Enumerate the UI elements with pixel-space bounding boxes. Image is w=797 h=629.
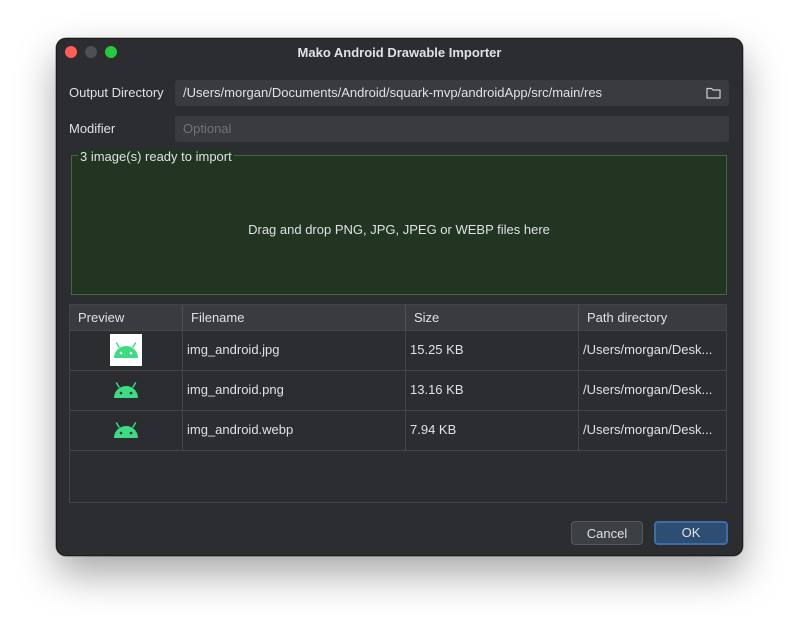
import-status: 3 image(s) ready to import [78,149,234,164]
drop-zone[interactable]: 3 image(s) ready to import Drag and drop… [71,149,727,295]
size-cell: 13.16 KB [406,370,579,410]
filename-cell: img_android.webp [183,410,406,450]
drop-hint: Drag and drop PNG, JPG, JPEG or WEBP fil… [248,222,550,237]
output-directory-field[interactable]: /Users/morgan/Documents/Android/squark-m… [175,80,729,106]
table-row[interactable]: img_android.webp 7.94 KB /Users/morgan/D… [70,410,726,451]
folder-icon[interactable] [706,86,721,102]
window-title: Mako Android Drawable Importer [297,45,502,60]
column-header-filename[interactable]: Filename [183,305,406,330]
cancel-button[interactable]: Cancel [571,521,643,545]
path-cell: /Users/morgan/Desk... [583,342,713,357]
table-row[interactable]: img_android.png 13.16 KB /Users/morgan/D… [70,370,726,411]
title-bar: Mako Android Drawable Importer [57,39,742,65]
preview-cell [70,370,183,410]
output-directory-label: Output Directory [69,85,164,100]
preview-cell [70,410,183,450]
importer-dialog: Mako Android Drawable Importer Output Di… [56,38,743,556]
table-row[interactable]: img_android.jpg 15.25 KB /Users/morgan/D… [70,330,726,371]
image-thumbnail [110,334,142,366]
size-cell: 7.94 KB [406,410,579,450]
column-header-size[interactable]: Size [406,305,579,330]
android-icon [114,422,138,438]
modifier-input[interactable]: Optional [175,116,729,142]
modifier-label: Modifier [69,121,116,136]
android-icon [114,382,138,398]
filename-cell: img_android.png [183,370,406,410]
android-icon [114,342,138,358]
ok-button[interactable]: OK [654,521,728,545]
output-directory-value: /Users/morgan/Documents/Android/squark-m… [183,85,603,100]
path-cell: /Users/morgan/Desk... [583,382,713,397]
column-header-path[interactable]: Path directory [579,305,727,330]
image-thumbnail [110,374,142,406]
image-thumbnail [110,414,142,446]
path-cell: /Users/morgan/Desk... [583,422,713,437]
table-header: Preview Filename Size Path directory [70,305,726,331]
filename-cell: img_android.jpg [183,330,406,370]
images-table: Preview Filename Size Path directory img… [69,304,727,503]
size-cell: 15.25 KB [406,330,579,370]
column-header-preview[interactable]: Preview [70,305,183,330]
preview-cell [70,330,183,370]
